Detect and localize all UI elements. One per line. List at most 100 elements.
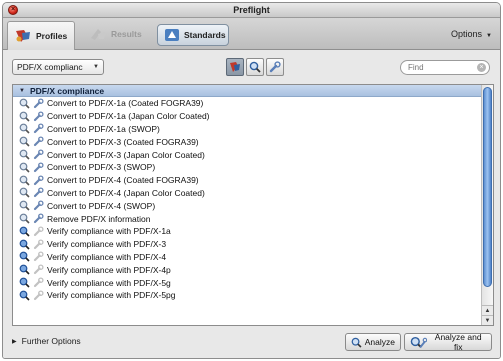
list-item-label: Convert to PDF/X-3 (Japan Color Coated) — [47, 149, 205, 160]
magnifier-icon — [19, 200, 30, 211]
scroll-down-button[interactable]: ▼ — [482, 315, 493, 325]
list-item-label: Convert to PDF/X-1a (Japan Color Coated) — [47, 111, 210, 122]
list-item-label: Remove PDF/X information — [47, 213, 151, 224]
tab-standards[interactable]: Standards — [157, 24, 229, 46]
scroll-up-button[interactable]: ▲ — [482, 305, 493, 315]
check-magnifier-icon — [19, 290, 30, 301]
show-checks-button[interactable] — [246, 58, 264, 76]
vertical-scrollbar[interactable]: ▲ ▼ — [481, 85, 493, 325]
wrench-icon — [33, 175, 44, 186]
magnifier-icon — [19, 136, 30, 147]
list-item[interactable]: Convert to PDF/X-1a (SWOP) — [13, 123, 493, 136]
analyze-and-fix-label: Analyze and fix — [434, 332, 482, 352]
list-item[interactable]: Verify compliance with PDF/X-4p — [13, 263, 493, 276]
tab-profiles[interactable]: Profiles — [7, 21, 75, 50]
wrench-icon — [33, 226, 44, 237]
toolbar: Profiles Results Standards Options ▼ — [3, 18, 500, 50]
check-magnifier-icon — [19, 264, 30, 275]
check-magnifier-icon — [19, 251, 30, 263]
list-item[interactable]: Convert to PDF/X-3 (SWOP) — [13, 161, 493, 174]
window-title: Preflight — [233, 5, 270, 15]
list-item-label: Convert to PDF/X-3 (Coated FOGRA39) — [47, 136, 199, 147]
wrench-icon — [33, 200, 44, 211]
check-magnifier-icon — [19, 239, 30, 250]
show-fixups-button[interactable] — [266, 58, 284, 76]
further-options-toggle[interactable]: ▶ Further Options — [12, 336, 81, 346]
wrench-icon — [33, 213, 44, 224]
tab-results-label: Results — [111, 28, 142, 39]
magnifier-icon — [19, 123, 30, 135]
group-header[interactable]: ▼ PDF/X compliance — [13, 85, 493, 97]
list-item-label: Verify compliance with PDF/X-4p — [47, 264, 171, 275]
wrench-icon — [33, 277, 44, 288]
analyze-and-fix-button[interactable]: Analyze and fix — [404, 332, 492, 352]
profile-filter-value: PDF/X complianc — [17, 62, 83, 72]
title-bar: × Preflight — [3, 3, 500, 18]
list-item-label: Convert to PDF/X-1a (SWOP) — [47, 123, 160, 134]
list-item-label: Convert to PDF/X-4 (Coated FOGRA39) — [47, 175, 199, 186]
clear-search-icon[interactable]: × — [477, 63, 486, 72]
wrench-icon — [33, 251, 44, 262]
tab-results[interactable]: Results — [83, 21, 151, 46]
magnifier-wrench-icon — [410, 336, 428, 348]
group-header-label: PDF/X compliance — [29, 85, 105, 96]
list-item[interactable]: Verify compliance with PDF/X-3 — [13, 238, 493, 251]
list-item[interactable]: Convert to PDF/X-4 (Japan Color Coated) — [13, 187, 493, 200]
profile-stack-icon — [230, 62, 240, 72]
magnifier-icon — [19, 98, 30, 109]
footer-bar: ▶ Further Options Analyze Analyze and fi… — [3, 327, 500, 358]
check-magnifier-icon — [19, 226, 30, 237]
list-item[interactable]: Convert to PDF/X-1a (Japan Color Coated) — [13, 110, 493, 123]
magnifier-icon — [351, 337, 362, 348]
wrench-icon — [33, 239, 44, 250]
wrench-fixup-icon — [269, 61, 281, 73]
options-menu[interactable]: Options ▼ — [451, 29, 492, 39]
disclosure-triangle-icon: ▶ — [12, 338, 17, 345]
list-item[interactable]: Verify compliance with PDF/X-5pg — [13, 289, 493, 302]
magnifier-icon — [19, 111, 30, 122]
chevron-down-icon: ▼ — [486, 33, 492, 39]
magnifier-check-icon — [249, 61, 261, 73]
profile-rows: Convert to PDF/X-1a (Coated FOGRA39) Conv… — [13, 97, 493, 302]
list-item-label: Verify compliance with PDF/X-3 — [47, 239, 167, 250]
tab-standards-label: Standards — [184, 30, 226, 40]
options-label: Options — [451, 29, 483, 39]
list-item-label: Convert to PDF/X-1a (Coated FOGRA39) — [47, 98, 204, 109]
wrench-icon — [33, 187, 44, 198]
list-item[interactable]: Convert to PDF/X-3 (Japan Color Coated) — [13, 148, 493, 161]
analyze-button[interactable]: Analyze — [345, 333, 401, 351]
tab-profiles-label: Profiles — [36, 31, 68, 41]
magnifier-icon — [19, 149, 30, 160]
list-item-label: Verify compliance with PDF/X-5pg — [47, 290, 176, 301]
list-item-label: Verify compliance with PDF/X-1a — [47, 226, 171, 237]
magnifier-icon — [19, 175, 30, 186]
wrench-icon — [33, 264, 44, 275]
profiles-icon — [16, 30, 30, 42]
list-item-label: Convert to PDF/X-4 (Japan Color Coated) — [47, 187, 205, 198]
show-all-profiles-button[interactable] — [226, 58, 244, 76]
filter-bar: PDF/X complianc ▼ × — [3, 51, 500, 83]
wrench-icon — [33, 162, 44, 173]
list-item[interactable]: Convert to PDF/X-4 (SWOP) — [13, 199, 493, 212]
magnifier-icon — [19, 213, 30, 224]
disclosure-triangle-icon[interactable]: ▼ — [19, 88, 25, 94]
list-item[interactable]: Convert to PDF/X-1a (Coated FOGRA39) — [13, 97, 493, 110]
check-magnifier-icon — [19, 277, 30, 288]
list-item-label: Verify compliance with PDF/X-5g — [47, 277, 171, 288]
list-item[interactable]: Verify compliance with PDF/X-4 — [13, 251, 493, 264]
list-item[interactable]: Convert to PDF/X-4 (Coated FOGRA39) — [13, 174, 493, 187]
wrench-icon — [33, 123, 44, 134]
wrench-icon — [33, 98, 44, 109]
list-item[interactable]: Convert to PDF/X-3 (Coated FOGRA39) — [13, 135, 493, 148]
preflight-window: × Preflight Profiles Results Standards O… — [2, 2, 501, 359]
list-item[interactable]: Verify compliance with PDF/X-5g — [13, 276, 493, 289]
profile-filter-select[interactable]: PDF/X complianc ▼ — [12, 59, 104, 75]
profiles-list[interactable]: ▼ PDF/X compliance Convert to PDF/X-1a (… — [12, 84, 494, 326]
list-item[interactable]: Verify compliance with PDF/X-1a — [13, 225, 493, 238]
list-item[interactable]: Remove PDF/X information — [13, 212, 493, 225]
wrench-icon — [33, 290, 44, 301]
list-item-label: Convert to PDF/X-3 (SWOP) — [47, 162, 156, 173]
analyze-label: Analyze — [364, 337, 395, 347]
wrench-icon — [33, 136, 44, 147]
scroll-thumb[interactable] — [483, 87, 492, 287]
